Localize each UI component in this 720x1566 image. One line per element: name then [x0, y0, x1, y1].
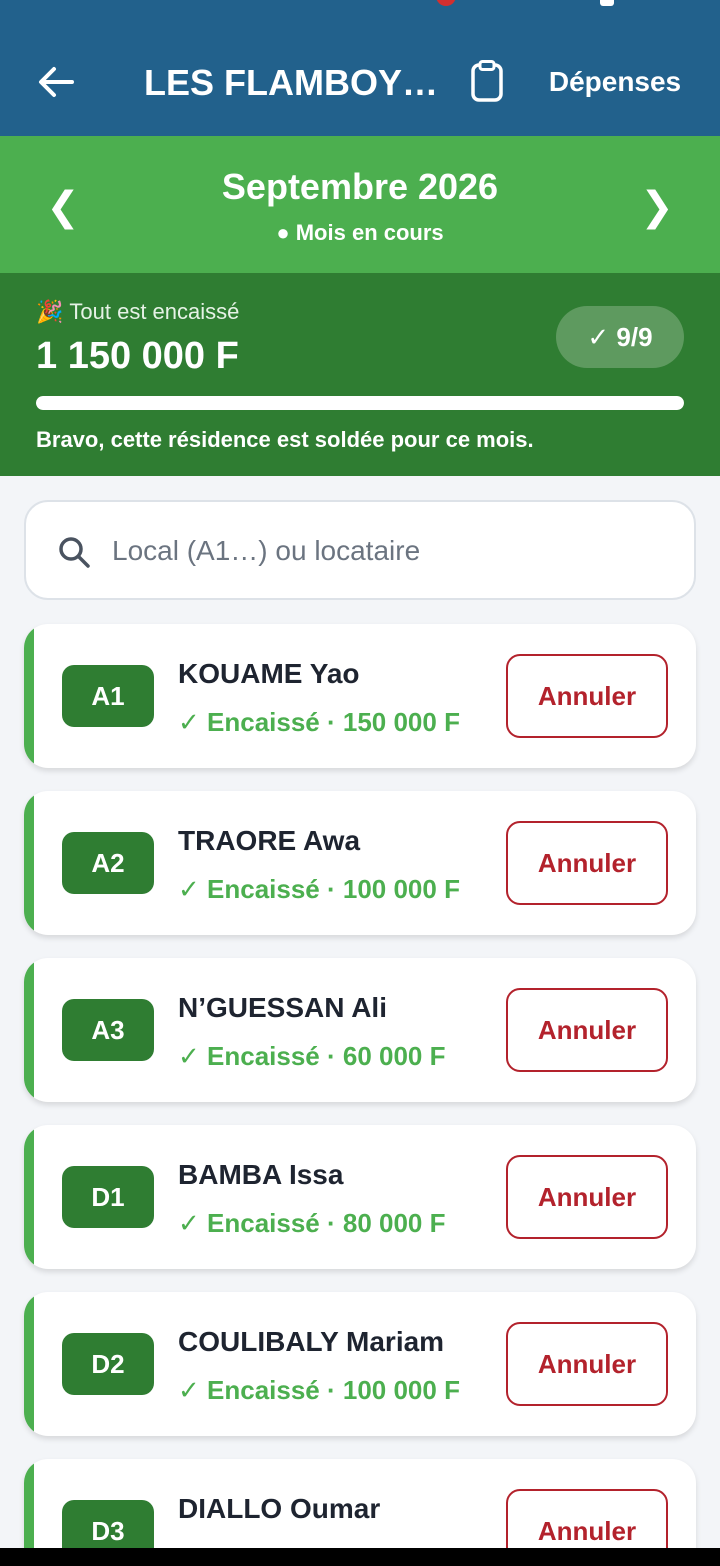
search-input[interactable] [112, 526, 672, 576]
summary-status: 🎉 Tout est encaissé [36, 297, 239, 327]
tenant-name: KOUAME Yao [178, 658, 360, 689]
collection-summary: 🎉 Tout est encaissé 1 150 000 F ✓ 9/9 Bra… [0, 273, 720, 476]
tenant-card[interactable]: A1 KOUAME Yao ✓ Encaissé · 150 000 F Ann… [24, 624, 696, 768]
payment-status: ✓ Encaissé · 80 000 F [178, 1208, 446, 1238]
tenant-name: N’GUESSAN Ali [178, 992, 387, 1023]
tenant-card[interactable]: D2 COULIBALY Mariam ✓ Encaissé · 100 000… [24, 1292, 696, 1436]
payment-status: ✓ Encaissé · 100 000 F [178, 874, 460, 904]
battery-icon [600, 0, 614, 6]
search-icon [59, 537, 90, 568]
cancel-payment-button[interactable]: Annuler [506, 821, 668, 905]
tenant-card[interactable]: A3 N’GUESSAN Ali ✓ Encaissé · 60 000 F A… [24, 958, 696, 1102]
tenant-card[interactable]: D1 BAMBA Issa ✓ Encaissé · 80 000 F Annu… [24, 1125, 696, 1269]
clipboard-icon [471, 60, 503, 102]
cancel-payment-button[interactable]: Annuler [506, 1155, 668, 1239]
cancel-payment-button[interactable]: Annuler [506, 1322, 668, 1406]
system-navigation-bar [0, 1548, 720, 1566]
party-popper-icon: 🎉 [36, 299, 64, 324]
month-selector: ❮ Septembre 2026 ● Mois en cours ❯ [0, 136, 720, 273]
unit-badge: D2 [62, 1333, 154, 1395]
tenant-card[interactable]: A2 TRAORE Awa ✓ Encaissé · 100 000 F Ann… [24, 791, 696, 935]
cancel-payment-button[interactable]: Annuler [506, 988, 668, 1072]
page-title: LES FLAMBOY… [144, 62, 438, 103]
payment-status: ✓ Encaissé · 150 000 F [178, 707, 460, 737]
expenses-button[interactable]: Dépenses [530, 60, 700, 104]
paid-count-badge: ✓ 9/9 [556, 306, 684, 368]
app-bar: LES FLAMBOY… Dépenses [0, 0, 720, 136]
screen: LES FLAMBOY… Dépenses ❮ Septembre 2026 ●… [0, 0, 720, 1566]
arrow-left-icon [39, 67, 74, 97]
notification-icon [436, 0, 456, 6]
current-month-label: ● Mois en cours [276, 220, 444, 245]
back-button[interactable] [34, 60, 78, 104]
tenant-name: TRAORE Awa [178, 825, 361, 856]
next-month-button[interactable]: ❯ [632, 182, 682, 232]
summary-total: 1 150 000 F [36, 335, 239, 377]
unit-badge: A2 [62, 832, 154, 894]
unit-badge: D1 [62, 1166, 154, 1228]
clipboard-button[interactable] [466, 58, 508, 104]
collection-progress-fill [36, 396, 684, 410]
unit-badge: A1 [62, 665, 154, 727]
previous-month-button[interactable]: ❮ [38, 182, 88, 232]
tenant-name: DIALLO Oumar [178, 1493, 381, 1524]
summary-status-text: Tout est encaissé [69, 299, 240, 324]
payment-status: ✓ Encaissé · 100 000 F [178, 1375, 460, 1405]
search-box[interactable] [24, 500, 696, 600]
unit-badge: A3 [62, 999, 154, 1061]
payment-status: ✓ Encaissé · 60 000 F [178, 1041, 446, 1071]
cancel-payment-button[interactable]: Annuler [506, 654, 668, 738]
tenant-name: BAMBA Issa [178, 1159, 344, 1190]
summary-note: Bravo, cette résidence est soldée pour c… [36, 427, 534, 452]
month-title: Septembre 2026 [221, 166, 499, 207]
collection-progress-bar [36, 396, 684, 410]
tenant-name: COULIBALY Mariam [178, 1326, 445, 1357]
status-bar [0, 0, 720, 14]
